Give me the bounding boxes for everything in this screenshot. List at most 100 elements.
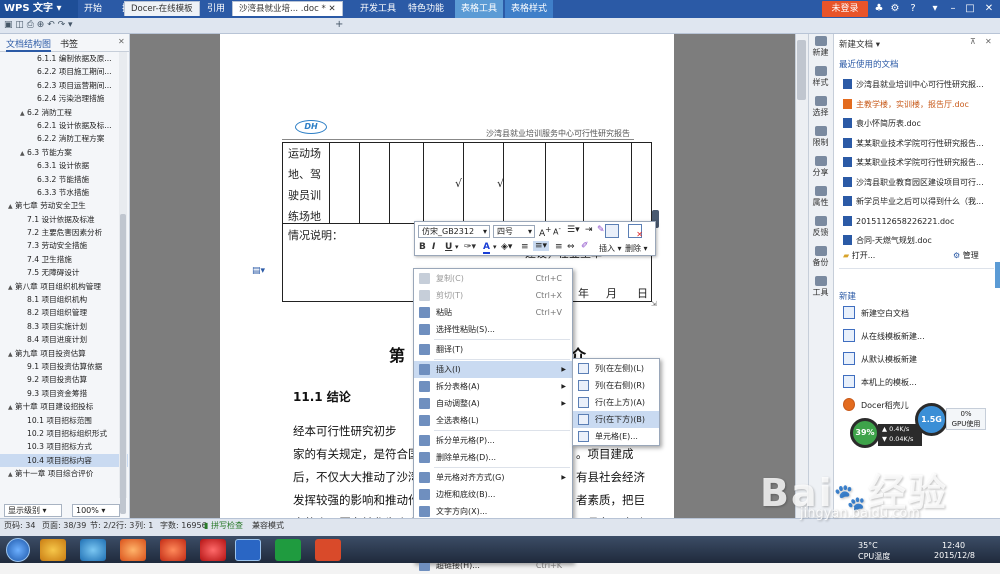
context-menu-item[interactable]: 边框和底纹(B)...	[414, 486, 572, 503]
distribute-icon[interactable]: ⇔	[567, 242, 575, 252]
recent-doc-item[interactable]: 主教学楼，实训楼，报告厅.doc	[843, 96, 993, 113]
menu-0[interactable]: 开始	[84, 0, 102, 18]
zoom-select[interactable]: 100% ▾	[72, 504, 120, 517]
taskbar-wps-spreadsheet[interactable]	[275, 539, 301, 561]
context-menu-item[interactable]: 全选表格(L)	[414, 412, 572, 429]
new-doc-option[interactable]: 本机上的模板...	[843, 372, 993, 393]
taskbar-app-3[interactable]	[120, 539, 146, 561]
toc-item[interactable]: ▲ 第十章 项目建设招投标	[0, 400, 128, 413]
toc-item[interactable]: ▲ 6.3 节能方案	[0, 146, 128, 159]
submenu-item[interactable]: 单元格(E)...	[573, 428, 659, 445]
tab-docer-template[interactable]: Docer-在线模板	[124, 1, 200, 16]
tab-close-icon[interactable]: ✕	[328, 4, 335, 14]
insert-table-icon[interactable]	[605, 224, 619, 238]
toc-item[interactable]: ▲ 6.2 消防工程	[0, 106, 128, 119]
login-button[interactable]: 未登录	[822, 1, 868, 17]
toc-scroll-thumb[interactable]	[120, 214, 126, 514]
brush-icon[interactable]: ✐	[581, 241, 589, 251]
submenu-item[interactable]: 列(在右侧)(R)	[573, 377, 659, 394]
new-doc-option[interactable]: 从在线模板新建...	[843, 326, 993, 347]
delete-dropdown[interactable]: 删除 ▾	[625, 243, 648, 254]
manage-button[interactable]: ⚙ 管理	[953, 250, 979, 261]
help-icon[interactable]: ?	[906, 2, 920, 16]
right-tool-3[interactable]: 限制	[808, 126, 833, 148]
toc-item[interactable]: 7.2 主要危害因素分析	[0, 226, 128, 239]
toc-item[interactable]: 10.4 项目招标内容	[0, 453, 128, 468]
align-center-icon[interactable]: ≡▾	[533, 241, 550, 251]
toc-item[interactable]: 9.2 项目投资估算	[0, 373, 128, 386]
toc-item[interactable]: 6.2.2 项目施工期间...	[0, 65, 128, 78]
taskbar-app-8[interactable]	[315, 539, 341, 561]
start-button[interactable]	[6, 538, 30, 562]
highlight-color-icon[interactable]: ✑▾	[464, 242, 476, 252]
table-resize-handle[interactable]: ⇲	[651, 300, 657, 308]
toc-item[interactable]: 8.1 项目组织机构	[0, 293, 128, 306]
skin-icon[interactable]: ♣	[872, 2, 886, 16]
taskbar-app-5[interactable]	[200, 539, 226, 561]
toc-expand-icon[interactable]: ▲	[8, 200, 15, 212]
toc-item[interactable]: 8.4 项目进度计划	[0, 333, 128, 346]
context-menu-item[interactable]: 插入(I) ▶	[414, 361, 572, 378]
context-menu-item[interactable]: 拆分表格(A) ▶	[414, 378, 572, 395]
font-color-icon[interactable]: A	[483, 242, 490, 254]
open-file-button[interactable]: ▰ 打开...	[843, 250, 875, 261]
toc-item[interactable]: 8.3 项目实施计划	[0, 320, 128, 333]
recent-doc-item[interactable]: 2015112658226221.doc	[843, 213, 993, 230]
menu-10[interactable]: 表格样式	[505, 0, 554, 18]
toc-item[interactable]: 7.5 无障碍设计	[0, 266, 128, 279]
quick-access-toolbar[interactable]: ▣ ◫ ⎙ ⊕ ↶ ↷ ▾	[4, 20, 73, 30]
toc-item[interactable]: 6.2.4 污染治理措施	[0, 92, 128, 105]
submenu-item[interactable]: 行(在上方)(A)	[573, 394, 659, 411]
font-size-select[interactable]: 四号 ▾	[493, 225, 535, 238]
insert-dropdown[interactable]: 插入 ▾	[599, 243, 622, 254]
right-tool-1[interactable]: 样式	[808, 66, 833, 88]
menu-8[interactable]: 特色功能	[408, 0, 444, 18]
underline-dropdown-icon[interactable]: ▾	[455, 243, 459, 251]
context-menu-item[interactable]: 粘贴 Ctrl+V	[414, 304, 572, 321]
toc-item[interactable]: ▲ 第九章 项目投资估算	[0, 347, 128, 360]
toc-item[interactable]: 9.1 项目投资估算依据	[0, 360, 128, 373]
toc-item[interactable]: 7.4 卫生措施	[0, 253, 128, 266]
toc-item[interactable]: 8.2 项目组织管理	[0, 306, 128, 319]
pin-icon[interactable]: ⊼	[970, 37, 976, 46]
recent-doc-item[interactable]: 沙湾县就业培训中心可行性研究报...	[843, 76, 993, 93]
vertical-scroll-thumb[interactable]	[797, 40, 806, 100]
spell-check-toggle[interactable]: ▮ 拼写检查	[204, 520, 243, 531]
taskbar-app-2[interactable]	[80, 539, 106, 561]
panel-close-icon[interactable]: ✕	[118, 37, 125, 46]
right-tool-6[interactable]: 反馈	[808, 216, 833, 238]
paragraph-options-icon[interactable]: ▤▾	[252, 266, 265, 276]
submenu-item[interactable]: 列(在左侧)(L)	[573, 360, 659, 377]
taskbar-app-4[interactable]	[160, 539, 186, 561]
submenu-item[interactable]: 行(在下方)(B)	[573, 411, 659, 428]
toc-item[interactable]: 10.1 项目招标范围	[0, 414, 128, 427]
recent-doc-item[interactable]: 某某职业技术学院可行性研究报告...	[843, 135, 993, 152]
right-tool-7[interactable]: 备份	[808, 246, 833, 268]
new-doc-option[interactable]: 新建空白文档	[843, 303, 993, 324]
align-right-icon[interactable]: ≡	[555, 242, 563, 252]
toc-item[interactable]: 6.2.2 消防工程方案	[0, 132, 128, 145]
table-cell-venue[interactable]: 运动场 地、驾 驶员训 练场地	[288, 143, 321, 227]
menu-7[interactable]: 开发工具	[360, 0, 396, 18]
toc-expand-icon[interactable]: ▲	[8, 401, 15, 413]
right-tool-2[interactable]: 选择	[808, 96, 833, 118]
settings-icon[interactable]: ⚙	[888, 2, 902, 16]
taskbar-app-1[interactable]	[40, 539, 66, 561]
recent-doc-item[interactable]: 合同-天燃气规划.doc	[843, 232, 993, 249]
new-tab-icon[interactable]: +	[335, 19, 343, 30]
toc-item[interactable]: 10.3 项目招标方式	[0, 440, 128, 453]
collapse-ribbon-icon[interactable]: ▾	[928, 2, 942, 16]
recent-doc-item[interactable]: 袁小怀简历表.doc	[843, 115, 993, 132]
recent-doc-item[interactable]: 新学员毕业之后可以得到什么（我...	[843, 193, 993, 210]
context-menu-item[interactable]: 翻译(T)	[414, 341, 572, 358]
toc-item[interactable]: ▲ 第八章 项目组织机构管理	[0, 280, 128, 293]
toc-item[interactable]: 6.3.2 节能措施	[0, 173, 128, 186]
taskbar-wps-writer[interactable]	[235, 539, 261, 561]
toc-item[interactable]: 6.2.1 设计依据及标...	[0, 119, 128, 132]
recent-doc-item[interactable]: 沙湾县职业教育园区建设项目可行...	[843, 174, 993, 191]
toc-expand-icon[interactable]: ▲	[20, 107, 27, 119]
toc-expand-icon[interactable]: ▲	[8, 468, 15, 480]
toc-expand-icon[interactable]: ▲	[20, 147, 27, 159]
task-pane-close-icon[interactable]: ✕	[985, 37, 992, 46]
grow-font-icon[interactable]: A+	[539, 225, 551, 239]
